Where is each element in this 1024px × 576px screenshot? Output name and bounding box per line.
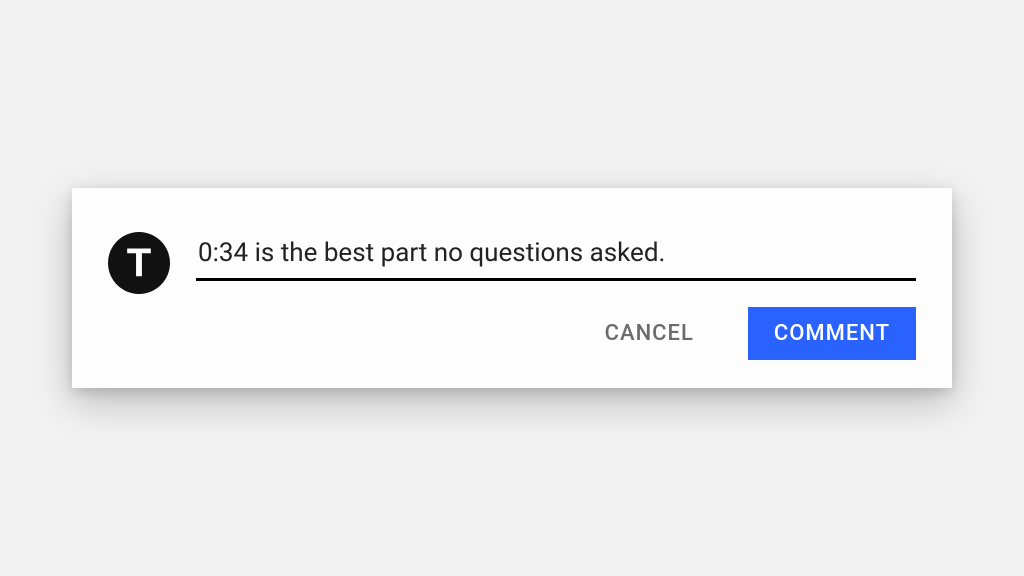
comment-input[interactable] — [196, 232, 916, 281]
comment-field-wrap: CANCEL COMMENT — [196, 232, 916, 360]
composer-actions: CANCEL COMMENT — [196, 307, 916, 360]
avatar[interactable]: T — [108, 232, 170, 294]
comment-composer-card: T CANCEL COMMENT — [72, 188, 952, 388]
avatar-initial: T — [127, 241, 151, 286]
comment-button[interactable]: COMMENT — [748, 307, 916, 360]
composer-row: T CANCEL COMMENT — [108, 232, 916, 360]
cancel-button[interactable]: CANCEL — [579, 307, 720, 360]
